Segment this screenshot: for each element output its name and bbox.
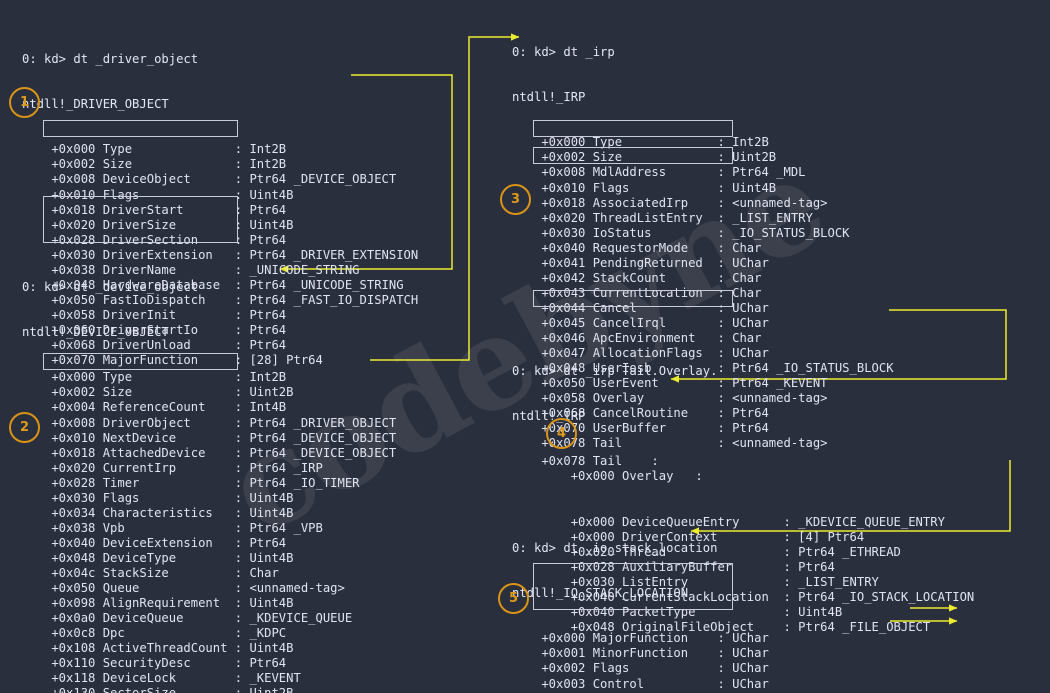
struct-field-row: +0x008 MdlAddress : Ptr64 _MDL [512, 165, 806, 180]
callout-4: 4 [546, 418, 577, 449]
callout-4-label: 4 [556, 425, 567, 441]
struct-field-row: +0x050 Queue : <unnamed-tag> [22, 581, 345, 596]
struct-field-row: +0x043 CurrentLocation : Char [512, 285, 762, 300]
struct-field-row: +0x008 DeviceObject : Ptr64 _DEVICE_OBJE… [22, 172, 397, 187]
tail-overlay-module: ntdll!_IRP [512, 409, 586, 424]
struct-field-row: +0x118 DeviceLock : _KEVENT [22, 671, 301, 686]
struct-field-row: +0x038 Vpb : Ptr64 _VPB [22, 520, 323, 535]
struct-field-row: +0x0c8 Dpc : _KDPC [22, 626, 287, 641]
struct-field-row: +0x098 AlignRequirement : Uint4B [22, 596, 294, 611]
struct-field-row: +0x040 DeviceExtension : Ptr64 [22, 535, 287, 550]
struct-field-row: +0x04c StackSize : Char [22, 565, 279, 580]
struct-field-row: +0x044 Cancel : UChar [512, 300, 769, 315]
struct-field-row: +0x042 StackCount : Char [512, 270, 762, 285]
struct-field-row: +0x030 IoStatus : _IO_STATUS_BLOCK [512, 225, 850, 240]
struct-field-row: +0x010 Flags : Uint4B [512, 180, 777, 195]
struct-field-row: +0x000 Type : Int2B [22, 142, 287, 157]
struct-field-row: +0x002 Size : Uint2B [22, 385, 294, 400]
callout-2-label: 2 [19, 419, 30, 435]
struct-field-row: +0x130 SectorSize : Uint2B [22, 686, 418, 693]
struct-field-row: +0x110 SecurityDesc : Ptr64 [22, 656, 287, 671]
tail-overlay-prompt: 0: kd> dt _irp Tail.Overlay. [512, 364, 718, 379]
struct-field-row: +0x000 Type : Int2B [512, 135, 769, 150]
device-object-rows: +0x000 Type : Int2B +0x002 Size : Uint2B… [22, 370, 418, 693]
callout-5-label: 5 [508, 590, 519, 606]
struct-field-row: +0x003 Control : UChar [512, 676, 769, 691]
callout-3-label: 3 [510, 191, 521, 207]
struct-field-row: +0x018 DriverStart : Ptr64 [22, 202, 287, 217]
callout-1-label: 1 [19, 94, 30, 110]
struct-field-row: +0x045 CancelIrql : UChar [512, 315, 769, 330]
struct-field-row: +0x020 DriverSize : Uint4B [22, 217, 294, 232]
device-object-prompt: 0: kd> dt _device_object [22, 280, 199, 295]
irp-prompt: 0: kd> dt _irp [512, 45, 615, 60]
struct-header-row: +0x078 Tail : [512, 454, 659, 469]
struct-field-row: +0x040 RequestorMode : Char [512, 240, 762, 255]
struct-field-row: +0x010 NextDevice : Ptr64 _DEVICE_OBJECT [22, 430, 397, 445]
io-stack-location-listing: 0: kd> dt _io_stack_location ntdll!_IO_S… [512, 511, 879, 693]
struct-field-row: +0x008 DriverObject : Ptr64 _DRIVER_OBJE… [22, 415, 397, 430]
callout-5: 5 [498, 583, 529, 614]
driver-object-module: ntdll!_DRIVER_OBJECT [22, 97, 169, 112]
struct-field-row: +0x000 Type : Int2B [22, 370, 287, 385]
device-object-module: ntdll!_DEVICE_OBJECT [22, 325, 169, 340]
driver-object-prompt: 0: kd> dt _driver_object [22, 52, 199, 67]
io-stack-module: ntdll!_IO_STACK_LOCATION [512, 586, 689, 601]
struct-header-row: +0x000 Overlay : [512, 469, 703, 484]
struct-field-row: +0x028 Timer : Ptr64 _IO_TIMER [22, 475, 360, 490]
struct-field-row: +0x002 Size : Uint2B [512, 150, 777, 165]
struct-field-row: +0x028 DriverSection : Ptr64 [22, 232, 287, 247]
debugger-structure-diagram: codebyne 0: kd> dt _driver_object ntdll!… [0, 0, 1050, 693]
struct-field-row: +0x048 DeviceType : Uint4B [22, 550, 294, 565]
callout-2: 2 [9, 412, 40, 443]
irp-module: ntdll!_IRP [512, 90, 586, 105]
struct-field-row: +0x004 ReferenceCount : Int4B [22, 400, 287, 415]
struct-field-row: +0x018 AssociatedIrp : <unnamed-tag> [512, 195, 828, 210]
struct-field-row: +0x034 Characteristics : Uint4B [22, 505, 294, 520]
struct-field-row: +0x020 ThreadListEntry : _LIST_ENTRY [512, 210, 813, 225]
struct-field-row: +0x030 Flags : Uint4B [22, 490, 294, 505]
struct-field-row: +0x0a0 DeviceQueue : _KDEVICE_QUEUE [22, 611, 353, 626]
struct-field-row: +0x002 Flags : UChar [512, 661, 769, 676]
device-object-listing: 0: kd> dt _device_object ntdll!_DEVICE_O… [22, 250, 418, 693]
callout-1: 1 [9, 87, 40, 118]
struct-field-row: +0x010 Flags : Uint4B [22, 187, 294, 202]
tail-overlay-header-rows: +0x078 Tail : +0x000 Overlay : [512, 454, 974, 484]
struct-field-row: +0x001 MinorFunction : UChar [512, 646, 769, 661]
struct-field-row: +0x018 AttachedDevice : Ptr64 _DEVICE_OB… [22, 445, 397, 460]
io-stack-rows: +0x000 MajorFunction : UChar +0x001 Mino… [512, 631, 879, 693]
struct-field-row: +0x108 ActiveThreadCount : Uint4B [22, 641, 294, 656]
struct-field-row: +0x000 MajorFunction : UChar [512, 631, 769, 646]
struct-field-row: +0x020 CurrentIrp : Ptr64 _IRP [22, 460, 323, 475]
callout-3: 3 [500, 184, 531, 215]
io-stack-prompt: 0: kd> dt _io_stack_location [512, 541, 718, 556]
struct-field-row: +0x002 Size : Int2B [22, 157, 287, 172]
struct-field-row: +0x041 PendingReturned : UChar [512, 255, 769, 270]
